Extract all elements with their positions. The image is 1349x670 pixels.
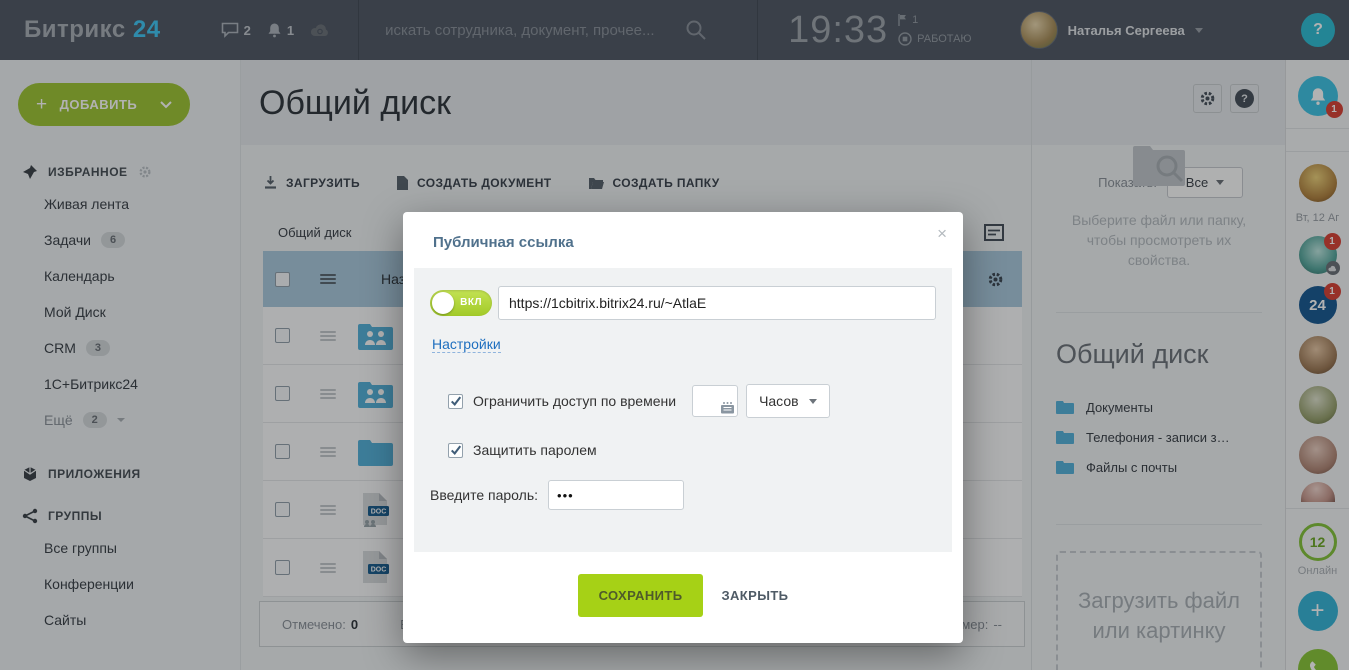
- public-link-modal: Публичная ссылка × ВКЛ Настройки Огранич…: [403, 212, 963, 643]
- time-value-input[interactable]: [692, 385, 738, 417]
- protect-password-checkbox[interactable]: [448, 443, 463, 458]
- password-input[interactable]: [548, 480, 684, 510]
- close-button[interactable]: ЗАКРЫТЬ: [721, 588, 788, 603]
- time-unit-select[interactable]: Часов: [746, 384, 830, 418]
- settings-link[interactable]: Настройки: [432, 336, 501, 353]
- calendar-icon[interactable]: [720, 401, 735, 414]
- modal-title: Публичная ссылка: [433, 234, 574, 251]
- check-icon: [450, 395, 462, 407]
- close-icon[interactable]: ×: [937, 224, 947, 244]
- save-button[interactable]: СОХРАНИТЬ: [578, 574, 704, 617]
- check-icon: [450, 444, 462, 456]
- protect-password-label: Защитить паролем: [473, 442, 597, 458]
- toggle-label: ВКЛ: [460, 297, 482, 308]
- limit-time-label: Ограничить доступ по времени: [473, 393, 676, 409]
- public-link-url-input[interactable]: [498, 286, 936, 320]
- time-unit-value: Часов: [759, 393, 799, 409]
- link-enabled-toggle[interactable]: ВКЛ: [430, 290, 492, 316]
- toggle-knob: [432, 292, 454, 314]
- chevron-down-icon: [809, 399, 817, 404]
- limit-time-checkbox[interactable]: [448, 394, 463, 409]
- password-label: Введите пароль:: [430, 487, 538, 503]
